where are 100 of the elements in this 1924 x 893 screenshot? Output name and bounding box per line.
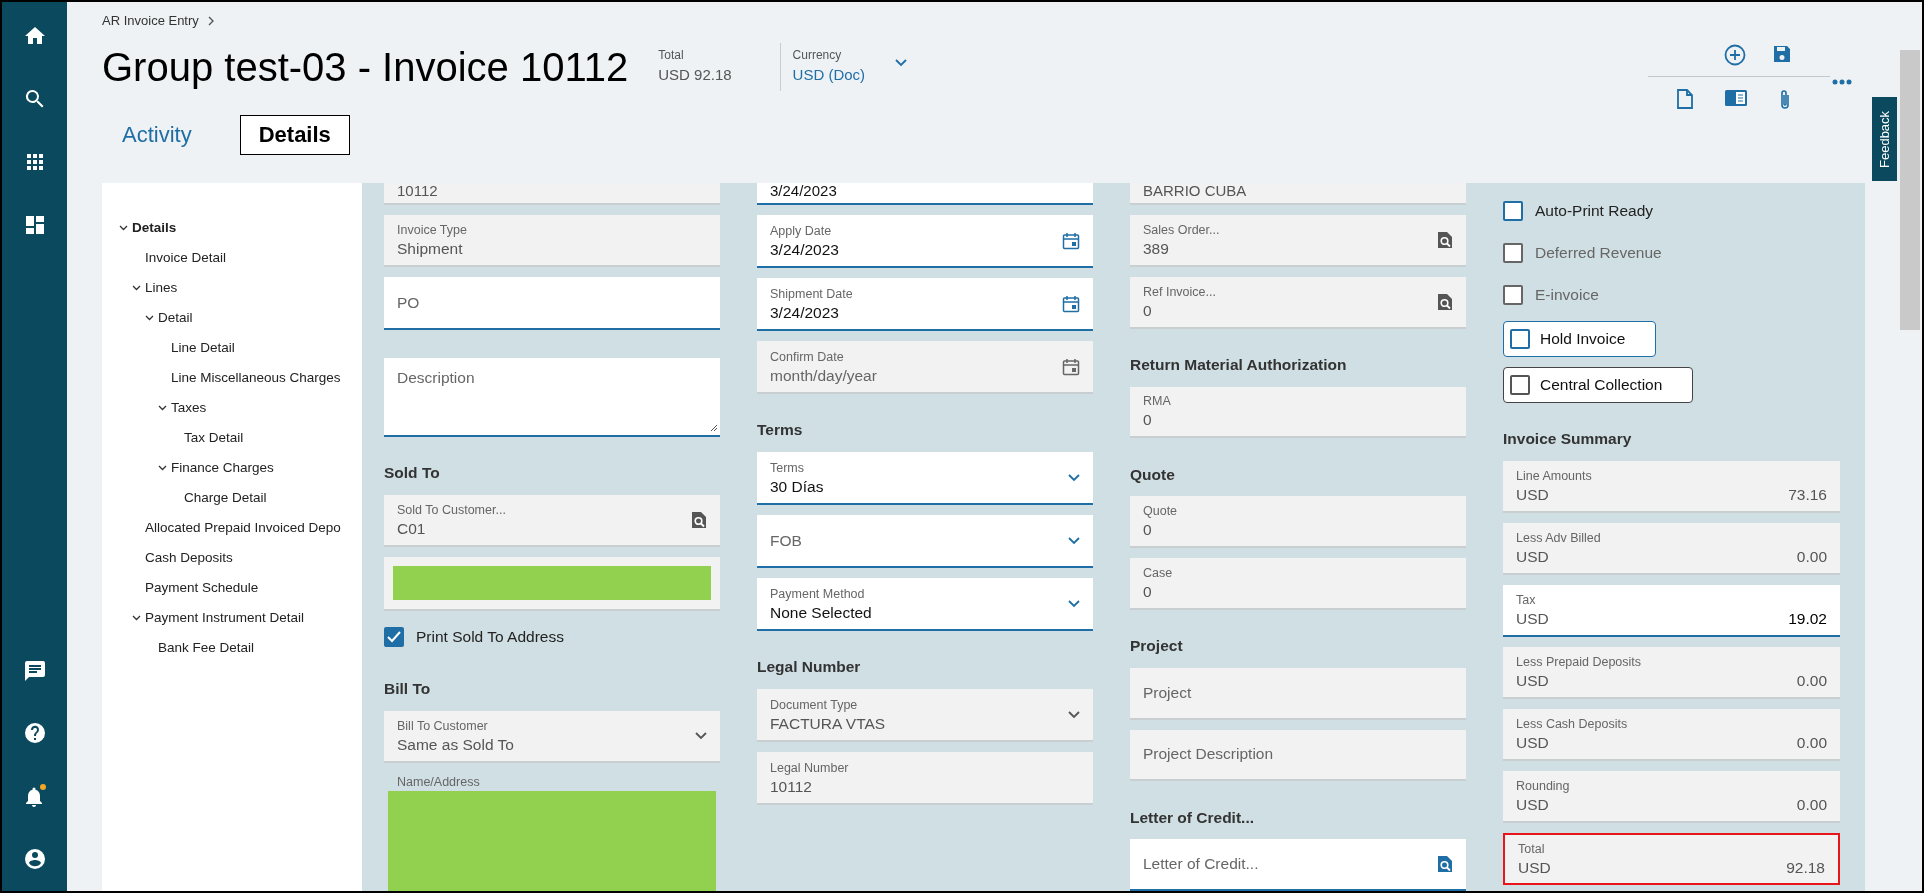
tree-item[interactable]: Payment Schedule: [145, 577, 259, 599]
add-circle-icon[interactable]: [1724, 44, 1746, 66]
tree-item[interactable]: Cash Deposits: [145, 547, 233, 569]
paperclip-icon[interactable]: [1778, 89, 1792, 111]
section-heading: Terms: [757, 420, 804, 441]
input-field: Sold To Customer... C01: [384, 494, 720, 547]
input-field[interactable]: Apply Date 3/24/2023: [757, 215, 1093, 268]
input-field[interactable]: FOB: [757, 515, 1093, 568]
tab[interactable]: Details: [239, 114, 350, 155]
input-field: Project: [1130, 667, 1466, 720]
summary-field[interactable]: Tax USD 19.02: [1503, 585, 1840, 637]
lookup-search-icon[interactable]: [691, 510, 707, 529]
input-field: RMA 0: [1130, 386, 1466, 439]
chevron-down-icon[interactable]: [119, 225, 128, 231]
summary-field: Line Amounts USD 73.16: [1503, 461, 1840, 513]
help-icon[interactable]: [22, 721, 47, 745]
tree-item[interactable]: Line Detail: [171, 337, 235, 359]
tree-item[interactable]: Invoice Detail: [145, 247, 227, 269]
more-options-icon[interactable]: [1832, 79, 1852, 85]
reader-panel-icon[interactable]: [1724, 89, 1748, 107]
lookup-search-icon[interactable]: [1437, 231, 1453, 249]
input-field: Invoice Type Shipment: [384, 215, 720, 268]
breadcrumb-link[interactable]: AR Invoice Entry: [102, 11, 199, 31]
checkbox-label: E-invoice: [1535, 285, 1599, 306]
input-field: Bill To Customer Same as Sold To: [384, 710, 720, 763]
chevron-down-icon[interactable]: [158, 405, 167, 411]
input-field: Confirm Date month/day/year: [757, 341, 1093, 394]
tree-item[interactable]: Lines: [145, 277, 178, 299]
tree-item[interactable]: Taxes: [171, 397, 207, 419]
summary-field: Less Adv Billed USD 0.00: [1503, 523, 1840, 575]
summary-field: Less Prepaid Deposits USD 0.00: [1503, 647, 1840, 699]
input-field: Legal Number 10112: [757, 752, 1093, 805]
input-field[interactable]: PO: [384, 277, 720, 330]
input-field[interactable]: Payment Method None Selected: [757, 578, 1093, 631]
section-heading: Invoice Summary: [1503, 429, 1633, 450]
tree-item[interactable]: Charge Detail: [184, 487, 267, 509]
section-heading: Quote: [1130, 464, 1176, 485]
chevron-right-icon: [206, 15, 215, 26]
input-field[interactable]: 3/24/2023: [757, 183, 1093, 205]
summary-field: Less Cash Deposits USD 0.00: [1503, 709, 1840, 761]
resize-handle-icon[interactable]: [710, 423, 718, 432]
chevron-down-icon[interactable]: [132, 615, 141, 621]
tab[interactable]: Activity: [122, 114, 192, 155]
chevron-down-icon[interactable]: [1068, 599, 1080, 608]
checkbox-control[interactable]: Hold Invoice: [1503, 321, 1657, 357]
lookup-search-icon[interactable]: [1437, 292, 1453, 311]
input-field: 10112: [384, 183, 720, 205]
input-field: Case 0: [1130, 558, 1466, 610]
checkbox-label: Print Sold To Address: [416, 627, 564, 648]
calendar-icon[interactable]: [1062, 231, 1080, 250]
chevron-down-icon[interactable]: [1068, 536, 1080, 545]
chevron-down-icon[interactable]: [695, 731, 707, 740]
checkbox-control[interactable]: Central Collection: [1503, 367, 1694, 403]
scrollbar-thumb[interactable]: [1900, 50, 1920, 330]
total-label: Total: [658, 47, 685, 65]
input-field[interactable]: Shipment Date 3/24/2023: [757, 278, 1093, 331]
user-icon[interactable]: [22, 847, 47, 871]
checkbox[interactable]: [1510, 329, 1530, 349]
summary-field: Total USD 92.18: [1503, 833, 1840, 885]
document-icon[interactable]: [1676, 89, 1694, 109]
section-heading: Legal Number: [757, 657, 862, 678]
checkbox[interactable]: [1503, 201, 1523, 221]
tree-item[interactable]: Allocated Prepaid Invoiced Depo: [145, 517, 341, 539]
lookup-search-icon[interactable]: [1437, 855, 1453, 873]
chevron-down-icon[interactable]: [1068, 710, 1080, 719]
chevron-down-icon[interactable]: [1068, 473, 1080, 482]
chevron-down-icon[interactable]: [145, 315, 154, 321]
tree-item[interactable]: Detail: [158, 307, 193, 329]
input-field[interactable]: Letter of Credit...: [1130, 839, 1466, 891]
input-field: Project Description: [1130, 729, 1466, 782]
input-field: Document Type FACTURA VTAS: [757, 689, 1093, 742]
save-icon[interactable]: [1772, 44, 1792, 64]
chevron-down-icon[interactable]: [158, 465, 167, 471]
tree-item[interactable]: Tax Detail: [184, 427, 244, 449]
total-amount: USD 92.18: [658, 65, 732, 86]
input-field[interactable]: Terms 30 Días: [757, 452, 1093, 505]
text-area[interactable]: Description: [384, 357, 720, 437]
checkbox[interactable]: [1510, 375, 1530, 395]
field-label: Name/Address: [396, 774, 481, 791]
calendar-icon[interactable]: [1062, 357, 1080, 376]
tree-item[interactable]: Bank Fee Detail: [158, 637, 255, 659]
tree-item[interactable]: Payment Instrument Detail: [145, 607, 305, 629]
input-field: Sales Order... 389: [1130, 215, 1466, 267]
chevron-down-icon[interactable]: [132, 285, 141, 291]
tree-item[interactable]: Finance Charges: [171, 457, 274, 479]
chat-icon[interactable]: [22, 659, 47, 683]
currency-value: USD (Doc): [792, 65, 866, 86]
input-field: Quote 0: [1130, 496, 1466, 548]
summary-field: Rounding USD 0.00: [1503, 771, 1840, 823]
section-heading: Return Material Authorization: [1130, 355, 1348, 376]
tree-item[interactable]: Line Miscellaneous Charges: [171, 367, 341, 389]
page-title: Group test-03 - Invoice 10112: [102, 46, 629, 87]
section-heading: Bill To: [384, 679, 432, 700]
input-field: BARRIO CUBA: [1130, 183, 1466, 205]
checkbox[interactable]: [384, 627, 404, 648]
tree-item[interactable]: Details: [132, 217, 177, 239]
feedback-tab[interactable]: Feedback: [1872, 97, 1897, 181]
calendar-icon[interactable]: [1062, 294, 1080, 313]
checkbox-label: Deferred Revenue: [1535, 243, 1662, 264]
section-heading: Project: [1130, 636, 1184, 657]
